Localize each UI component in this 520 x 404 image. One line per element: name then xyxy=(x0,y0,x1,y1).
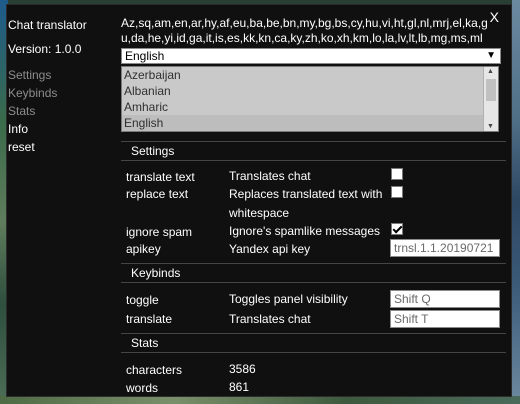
language-listbox[interactable]: Azerbaijan Albanian Amharic English ▲ ▼ xyxy=(121,66,499,132)
scroll-up-icon[interactable]: ▲ xyxy=(487,68,494,75)
setting-label-ignore-spam: ignore spam xyxy=(126,225,193,239)
stat-value-characters: 3586 xyxy=(229,362,256,376)
setting-label-translate-text: translate text xyxy=(126,170,195,184)
language-codes: Az,sq,am,en,ar,hy,af,eu,ba,be,bn,my,bg,b… xyxy=(121,16,488,45)
ignore-spam-checkbox[interactable] xyxy=(391,223,403,235)
setting-desc-replace-text: Replaces translated text with xyxy=(229,187,383,201)
language-select-value: English xyxy=(125,49,165,63)
keybind-desc-translate: Translates chat xyxy=(229,312,311,326)
language-option[interactable]: Albanian xyxy=(122,83,498,99)
game-background-right xyxy=(512,0,520,404)
toggle-keybind-input[interactable]: Shift Q xyxy=(390,290,500,308)
nav-item-settings[interactable]: Settings xyxy=(8,66,108,84)
nav-item-keybinds[interactable]: Keybinds xyxy=(8,84,108,102)
language-area: Az,sq,am,en,ar,hy,af,eu,ba,be,bn,my,bg,b… xyxy=(121,16,501,132)
setting-desc-translate-text: Translates chat xyxy=(229,169,311,183)
language-option[interactable]: Azerbaijan xyxy=(122,67,498,83)
setting-label-apikey: apikey xyxy=(126,242,161,256)
section-title-keybinds: Keybinds xyxy=(131,266,181,280)
app-title: Chat translator xyxy=(8,18,87,32)
language-option-selected[interactable]: English xyxy=(122,115,498,131)
translate-text-checkbox[interactable] xyxy=(391,168,403,180)
scroll-down-icon[interactable]: ▼ xyxy=(487,123,494,130)
nav-item-reset[interactable]: reset xyxy=(8,138,108,156)
apikey-input[interactable]: trnsl.1.1.20190721 xyxy=(390,239,500,257)
scrollbar-thumb[interactable] xyxy=(486,79,496,101)
stat-label-words: words xyxy=(126,381,159,395)
nav-item-info[interactable]: Info xyxy=(8,120,108,138)
app-version: Version: 1.0.0 xyxy=(8,42,82,56)
game-background-bottom xyxy=(0,396,520,404)
language-option[interactable]: Amharic xyxy=(122,99,498,115)
section-header-stats: Stats xyxy=(121,333,506,353)
stat-label-characters: characters xyxy=(126,363,183,377)
section-title-stats: Stats xyxy=(131,336,159,350)
language-select[interactable]: English ▼ xyxy=(121,48,501,64)
setting-desc-replace-text-2: whitespace xyxy=(229,206,290,220)
dropdown-arrow-icon[interactable]: ▼ xyxy=(486,49,496,63)
setting-desc-apikey: Yandex api key xyxy=(229,242,311,256)
section-title-settings: Settings xyxy=(131,144,175,158)
keybind-label-translate: translate xyxy=(126,312,173,326)
section-header-keybinds: Keybinds xyxy=(121,263,506,283)
setting-label-replace-text: replace text xyxy=(126,187,189,201)
replace-text-checkbox[interactable] xyxy=(391,186,403,198)
translate-keybind-input[interactable]: Shift T xyxy=(390,310,500,328)
section-header-settings: Settings xyxy=(121,141,506,161)
keybind-desc-toggle: Toggles panel visibility xyxy=(229,292,348,306)
setting-desc-ignore-spam: Ignore's spamlike messages xyxy=(229,224,381,238)
keybind-label-toggle: toggle xyxy=(126,293,159,307)
nav-item-stats[interactable]: Stats xyxy=(8,102,108,120)
sidebar: Chat translator Version: 1.0.0 Settings … xyxy=(8,18,108,156)
stat-value-words: 861 xyxy=(229,380,250,394)
listbox-scrollbar[interactable]: ▲ ▼ xyxy=(483,67,498,131)
